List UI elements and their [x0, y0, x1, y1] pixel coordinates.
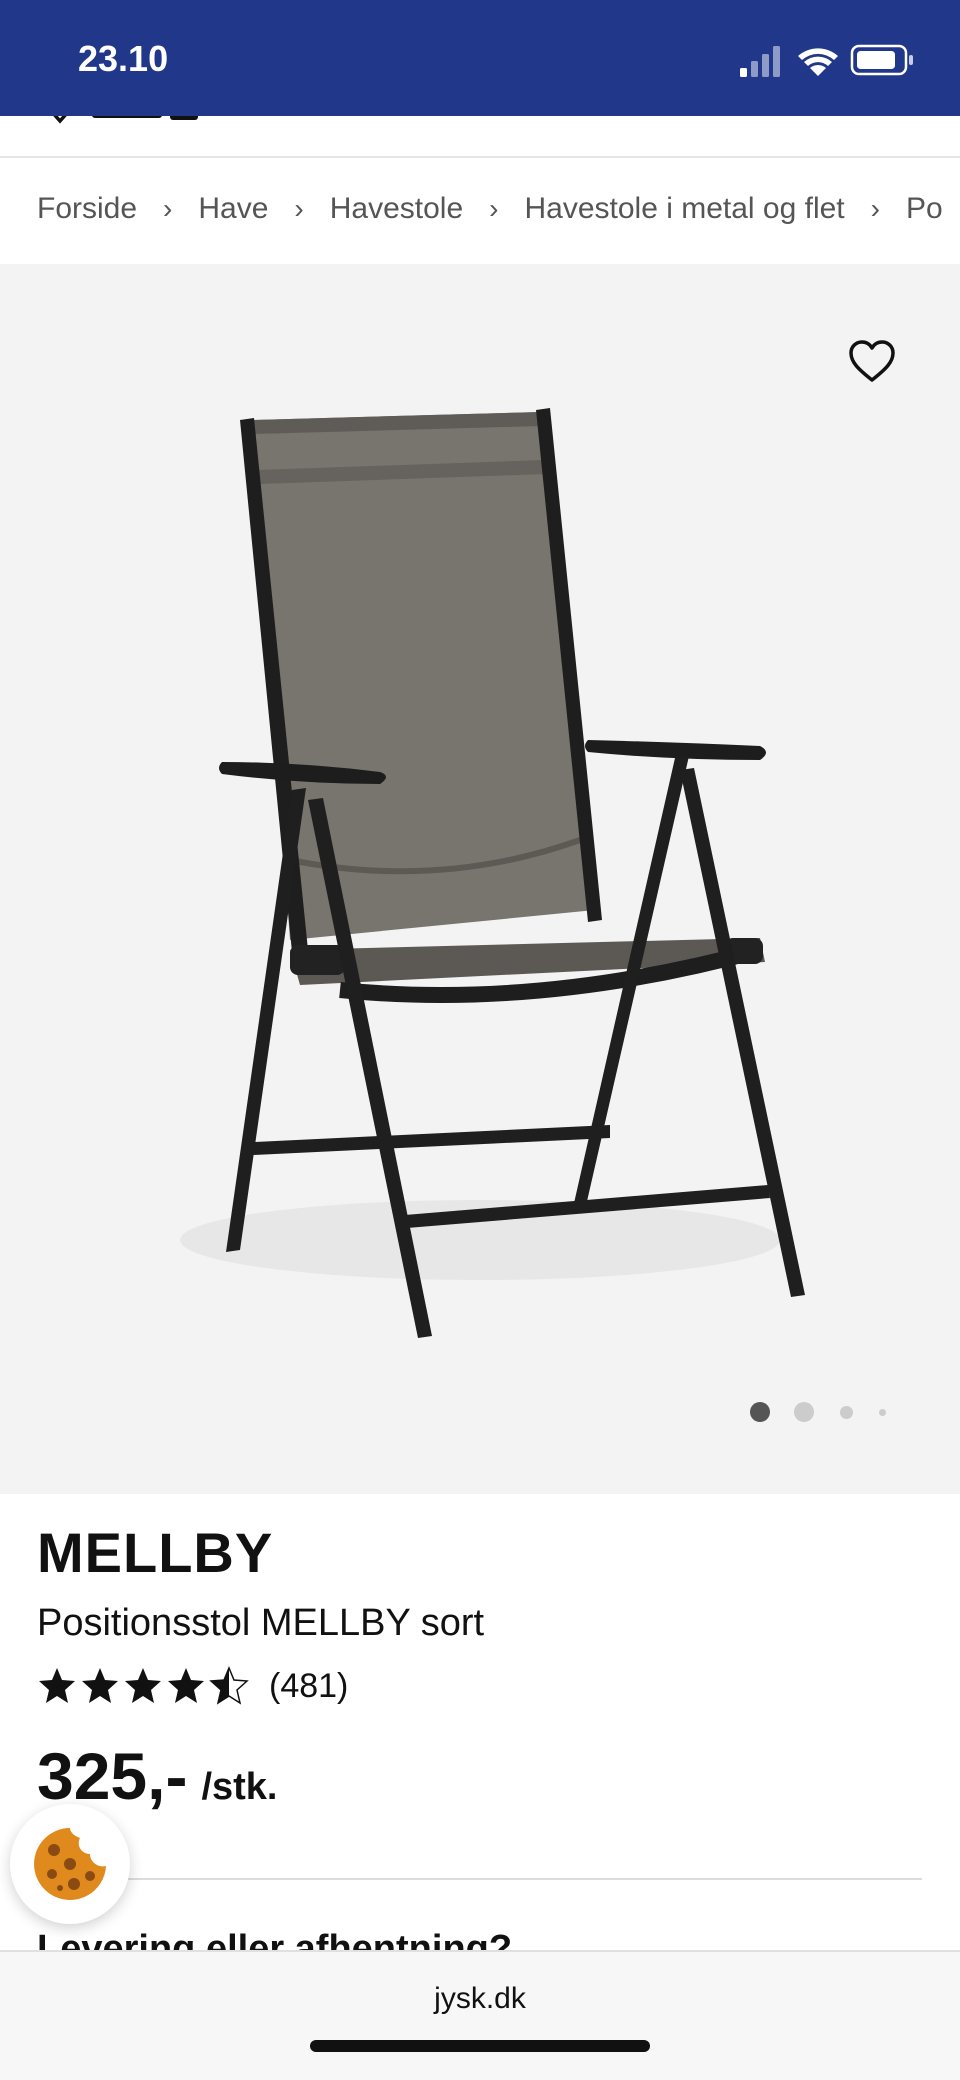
star-icon: [125, 1668, 161, 1703]
star-icon: [82, 1668, 118, 1703]
star-icon: [168, 1668, 204, 1703]
product-rating[interactable]: (481): [37, 1666, 348, 1706]
breadcrumb-separator: ›: [294, 193, 304, 224]
browser-url-bar[interactable]: jysk.dk: [0, 1950, 960, 2080]
breadcrumb-item-have[interactable]: Have: [198, 192, 268, 226]
cookie-icon: [34, 1828, 106, 1900]
section-divider: [114, 1878, 922, 1880]
price-row: 325,- /stk.: [37, 1738, 277, 1814]
carousel-dot[interactable]: [794, 1402, 814, 1422]
status-time: 23.10: [78, 38, 169, 79]
status-icons: [740, 42, 916, 78]
breadcrumb-item-havestole[interactable]: Havestole: [330, 192, 463, 226]
carousel-dot[interactable]: [879, 1409, 886, 1416]
review-count[interactable]: (481): [269, 1667, 348, 1706]
cut-off-header-content: [53, 116, 198, 124]
delivery-section-heading: Levering eller afhentning?: [37, 1930, 937, 1950]
heart-outline-icon[interactable]: [848, 340, 896, 384]
breadcrumb-item-current[interactable]: Po: [906, 192, 943, 226]
battery-icon: [850, 44, 913, 76]
garden-chair-image: [180, 408, 805, 1338]
home-indicator[interactable]: [310, 2040, 650, 2052]
breadcrumb-separator: ›: [870, 193, 880, 224]
product-price: 325,-: [37, 1739, 188, 1813]
cellular-signal-icon: [740, 46, 780, 77]
rating-stars: [39, 1667, 248, 1704]
price-unit: /stk.: [201, 1766, 278, 1808]
breadcrumb-separator: ›: [163, 193, 173, 224]
half-star-icon: [210, 1667, 248, 1704]
breadcrumb-item-havestole-metal-flet[interactable]: Havestole i metal og flet: [524, 192, 844, 226]
url-text[interactable]: jysk.dk: [0, 1982, 960, 2016]
scrolled-header-strip: [0, 116, 960, 158]
product-name: Positionsstol MELLBY sort: [37, 1602, 485, 1644]
breadcrumb: Forside › Have › Havestole › Havestole i…: [0, 158, 960, 264]
product-brand: MELLBY: [37, 1521, 274, 1584]
carousel-dot[interactable]: [840, 1406, 853, 1419]
carousel-dot-active[interactable]: [750, 1402, 770, 1422]
breadcrumb-separator: ›: [489, 193, 499, 224]
cookie-settings-button[interactable]: [10, 1804, 130, 1924]
star-icon: [39, 1668, 75, 1703]
wifi-icon: [798, 48, 838, 76]
breadcrumb-item-forside[interactable]: Forside: [37, 192, 137, 226]
delivery-heading-text: Levering eller afhentning?: [37, 1930, 512, 1950]
status-bar: 23.10: [0, 0, 960, 116]
